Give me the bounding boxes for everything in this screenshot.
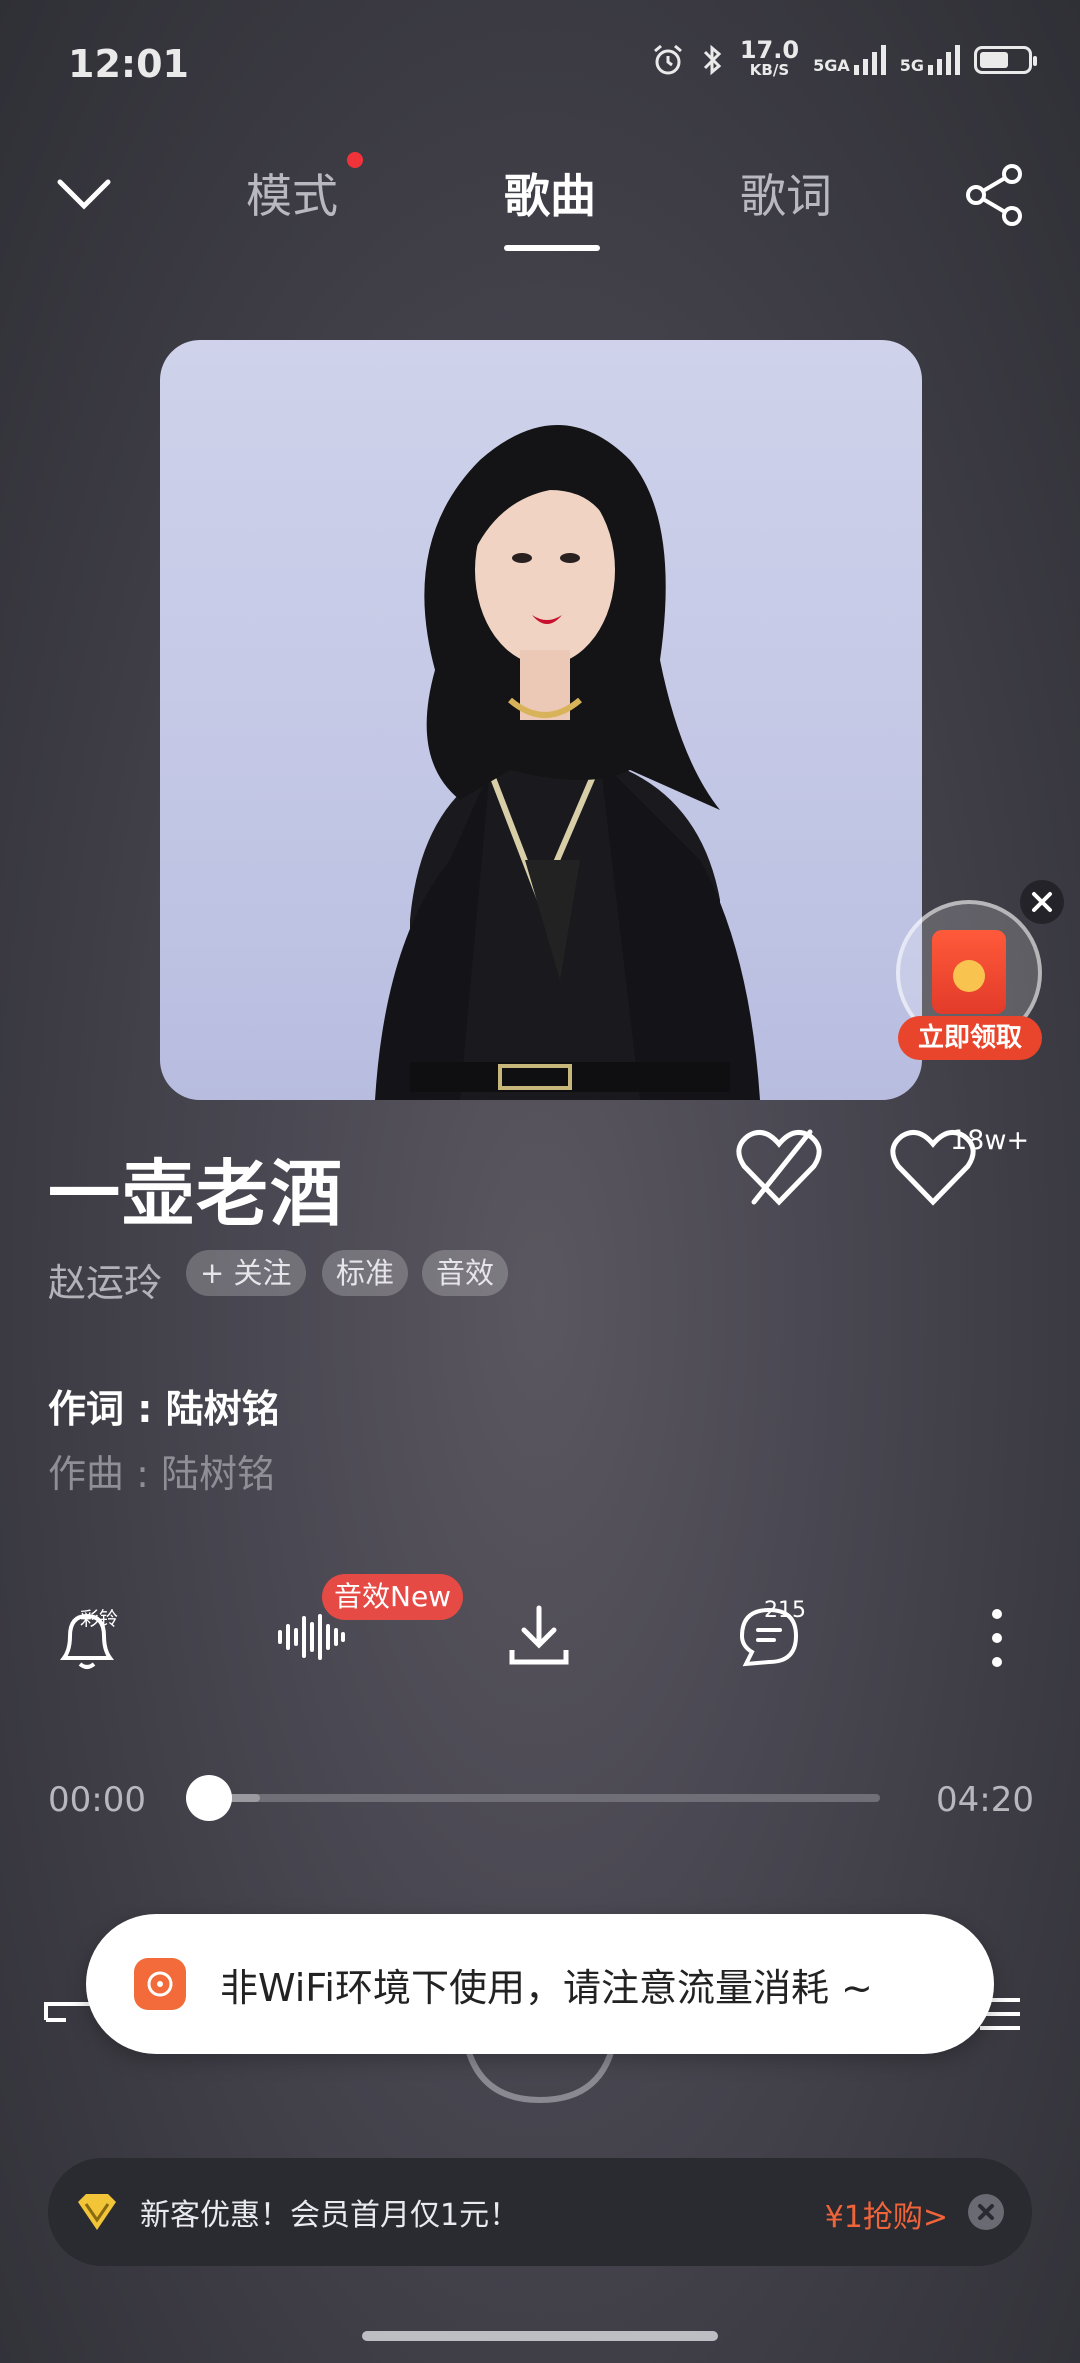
album-cover (160, 340, 922, 1100)
follow-button[interactable]: + 关注 (186, 1250, 306, 1296)
tab-mode[interactable]: 模式 (246, 160, 338, 226)
signal-5ga: 5GA (813, 45, 886, 75)
home-indicator[interactable] (362, 2331, 718, 2341)
net-speed-value: 17.0 (739, 36, 800, 64)
total-time: 04:20 (936, 1780, 1034, 1820)
red-packet-label: 立即领取 (898, 1016, 1042, 1060)
battery-icon (974, 46, 1037, 74)
download-icon[interactable] (506, 1604, 572, 1668)
signal-5ga-label: 5GA (813, 56, 850, 75)
promo-text: 新客优惠！会员首月仅1元！ (140, 2198, 520, 2233)
song-title: 一壶老酒 (48, 1152, 345, 1236)
vip-promo-bar[interactable]: 新客优惠！会员首月仅1元！ ¥1抢购> (48, 2158, 1032, 2266)
progress-track[interactable] (208, 1794, 880, 1802)
alarm-icon (653, 44, 682, 75)
composer-credit: 作曲 : 陆树铭 (48, 1452, 275, 1496)
status-time: 12:01 (68, 42, 189, 86)
vip-diamond-icon (78, 2194, 116, 2230)
tab-lyrics[interactable]: 歌词 (740, 160, 832, 226)
bluetooth-icon (703, 44, 722, 76)
ringtone-label: 彩铃 (80, 1608, 119, 1630)
notification-dot (347, 152, 363, 168)
signal-5g-label: 5G (899, 56, 924, 75)
tab-active-indicator (504, 245, 600, 251)
tab-song[interactable]: 歌曲 (504, 160, 596, 226)
sound-effect-waveform-icon[interactable] (276, 1612, 346, 1662)
dislike-heart-icon[interactable] (734, 1128, 824, 1208)
net-speed: 17.0 KB/S (739, 36, 800, 80)
envelope-seal (953, 960, 985, 992)
app-logo-icon (134, 1958, 186, 2010)
red-packet-promo[interactable]: 立即领取 (896, 900, 1046, 1060)
signal-bars-icon (853, 45, 886, 75)
artist-photo (375, 425, 760, 1100)
like-count: 18w+ (950, 1125, 1030, 1156)
close-icon (1032, 892, 1052, 912)
red-packet-close-button[interactable] (1020, 880, 1064, 924)
quality-chip[interactable]: 标准 (322, 1250, 409, 1296)
close-icon (978, 2204, 994, 2220)
status-icons: 17.0 KB/S 5GA 5G (650, 36, 1037, 80)
effect-new-badge: 音效New (322, 1574, 464, 1620)
promo-buy-link[interactable]: ¥1抢购> (825, 2192, 948, 2236)
network-toast: 非WiFi环境下使用，请注意流量消耗 ~ (86, 1914, 994, 2054)
effect-chip[interactable]: 音效 (422, 1250, 509, 1296)
artist-name[interactable]: 赵运玲 (48, 1252, 162, 1307)
share-icon[interactable] (962, 162, 1028, 228)
current-time: 00:00 (48, 1780, 146, 1820)
toast-text: 非WiFi环境下使用，请注意流量消耗 ~ (220, 1965, 873, 2010)
progress-knob[interactable] (186, 1775, 232, 1821)
signal-bars-icon (928, 45, 960, 75)
promo-close-button[interactable] (968, 2194, 1004, 2230)
more-icon[interactable] (984, 1606, 1010, 1670)
collapse-chevron-icon[interactable] (56, 176, 112, 212)
comment-count: 215 (764, 1598, 806, 1623)
signal-5g: 5G (900, 45, 960, 75)
lyricist-credit: 作词 : 陆树铭 (48, 1387, 280, 1431)
